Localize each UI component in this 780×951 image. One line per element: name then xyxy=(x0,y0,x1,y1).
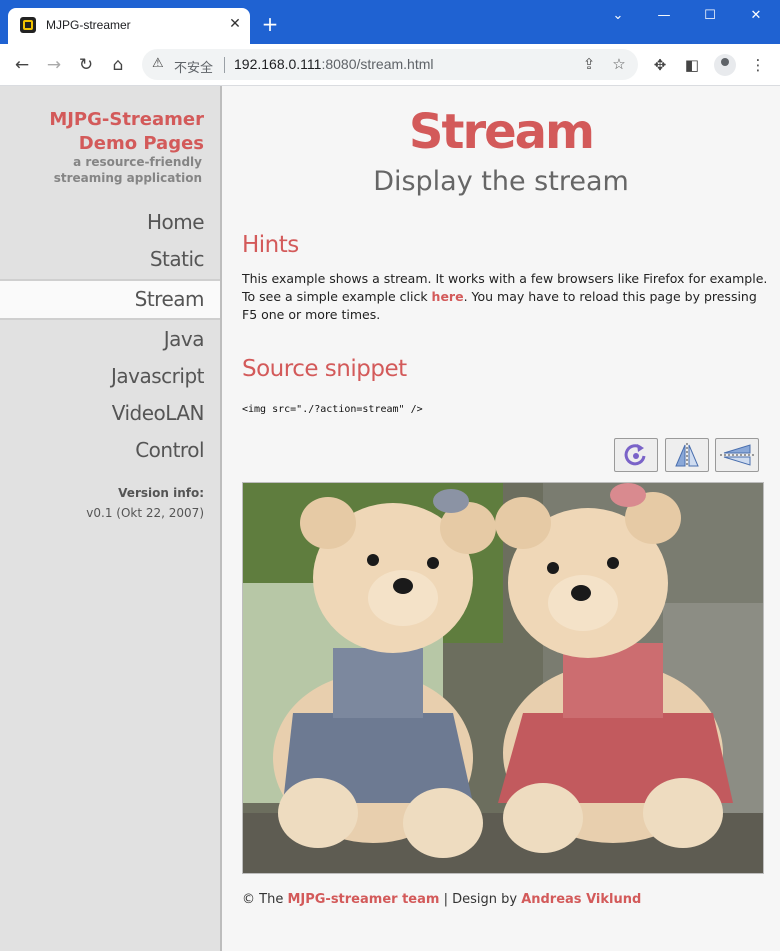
warning-icon[interactable]: ⚠ xyxy=(152,56,164,71)
flip-vertical-button[interactable] xyxy=(665,438,709,472)
forward-icon[interactable]: → xyxy=(42,53,66,77)
new-tab-button[interactable]: + xyxy=(260,14,280,34)
brand-title-line2: Demo Pages xyxy=(78,133,204,154)
browser-titlebar: MJPG-streamer ✕ + ⌄ — ☐ ✕ xyxy=(0,0,780,44)
browser-toolbar: ← → ↻ ⌂ ⚠ 不安全 192.168.0.111:8080/stream.… xyxy=(0,44,780,86)
nav-item-java[interactable]: Java xyxy=(0,321,220,358)
here-link[interactable]: here xyxy=(432,289,464,304)
footer-middle: | Design by xyxy=(439,892,522,907)
profile-avatar[interactable] xyxy=(714,54,736,76)
side-panel-icon[interactable]: ◧ xyxy=(682,55,702,75)
nav-item-javascript[interactable]: Javascript xyxy=(0,358,220,395)
hints-heading: Hints xyxy=(242,232,299,258)
flip-vertical-icon xyxy=(675,443,699,467)
hints-paragraph: This example shows a stream. It works wi… xyxy=(242,270,772,324)
site-brand: MJPG-Streamer Demo Pages xyxy=(49,108,204,156)
menu-kebab-icon[interactable]: ⋮ xyxy=(748,55,768,75)
tab-search-icon[interactable]: ⌄ xyxy=(608,8,628,24)
main-content: Stream Display the stream Hints This exa… xyxy=(222,86,780,951)
share-icon[interactable]: ⇪ xyxy=(580,55,598,73)
sidebar: MJPG-Streamer Demo Pages a resource-frie… xyxy=(0,86,222,951)
tab-close-icon[interactable]: ✕ xyxy=(226,15,244,33)
home-icon[interactable]: ⌂ xyxy=(106,53,130,77)
nav-item-static[interactable]: Static xyxy=(0,241,220,278)
insecure-label[interactable]: 不安全 xyxy=(174,57,213,76)
reload-icon[interactable]: ↻ xyxy=(74,53,98,77)
url-text[interactable]: 192.168.0.111:8080/stream.html xyxy=(234,56,434,72)
url-path: :8080/stream.html xyxy=(321,56,434,72)
back-icon[interactable]: ← xyxy=(10,53,34,77)
footer-prefix: © The xyxy=(242,892,288,907)
rotate-icon xyxy=(624,444,646,466)
source-snippet: <img src="./?action=stream" /> xyxy=(242,404,423,415)
brand-title-line1: MJPG-Streamer xyxy=(49,109,204,130)
designer-link[interactable]: Andreas Viklund xyxy=(521,892,641,907)
browser-tab[interactable]: MJPG-streamer ✕ xyxy=(8,8,250,44)
sidebar-nav: Home Static Stream Java Javascript Video… xyxy=(0,204,220,469)
maximize-icon[interactable]: ☐ xyxy=(700,8,720,24)
stream-image xyxy=(242,482,764,874)
footer: © The MJPG-streamer team | Design by And… xyxy=(242,892,641,907)
rotate-button[interactable] xyxy=(614,438,658,472)
nav-item-control[interactable]: Control xyxy=(0,432,220,469)
flip-horizontal-icon xyxy=(720,444,754,466)
version-value: v0.1 (Okt 22, 2007) xyxy=(86,506,204,520)
nav-item-videolan[interactable]: VideoLAN xyxy=(0,395,220,432)
version-label: Version info: xyxy=(118,486,204,500)
teddy-bears-photo xyxy=(243,483,763,873)
page-title: Stream xyxy=(408,104,595,160)
nav-item-home[interactable]: Home xyxy=(0,204,220,241)
flip-horizontal-button[interactable] xyxy=(715,438,759,472)
bookmark-star-icon[interactable]: ☆ xyxy=(610,55,628,73)
minimize-icon[interactable]: — xyxy=(654,8,674,24)
page-subtitle: Display the stream xyxy=(373,166,629,197)
snippet-heading: Source snippet xyxy=(242,356,407,382)
extensions-icon[interactable]: ✥ xyxy=(650,55,670,75)
address-bar[interactable]: ⚠ 不安全 192.168.0.111:8080/stream.html ⇪ ☆ xyxy=(142,49,638,80)
address-separator xyxy=(224,57,225,73)
brand-subtitle: a resource-friendly streaming applicatio… xyxy=(53,155,202,185)
team-link[interactable]: MJPG-streamer team xyxy=(287,892,439,907)
favicon-icon xyxy=(20,17,36,33)
web-page: MJPG-Streamer Demo Pages a resource-frie… xyxy=(0,86,780,951)
window-close-icon[interactable]: ✕ xyxy=(746,8,766,24)
nav-item-stream[interactable]: Stream xyxy=(0,279,220,320)
tab-title: MJPG-streamer xyxy=(46,18,131,32)
url-host: 192.168.0.111 xyxy=(234,56,322,72)
